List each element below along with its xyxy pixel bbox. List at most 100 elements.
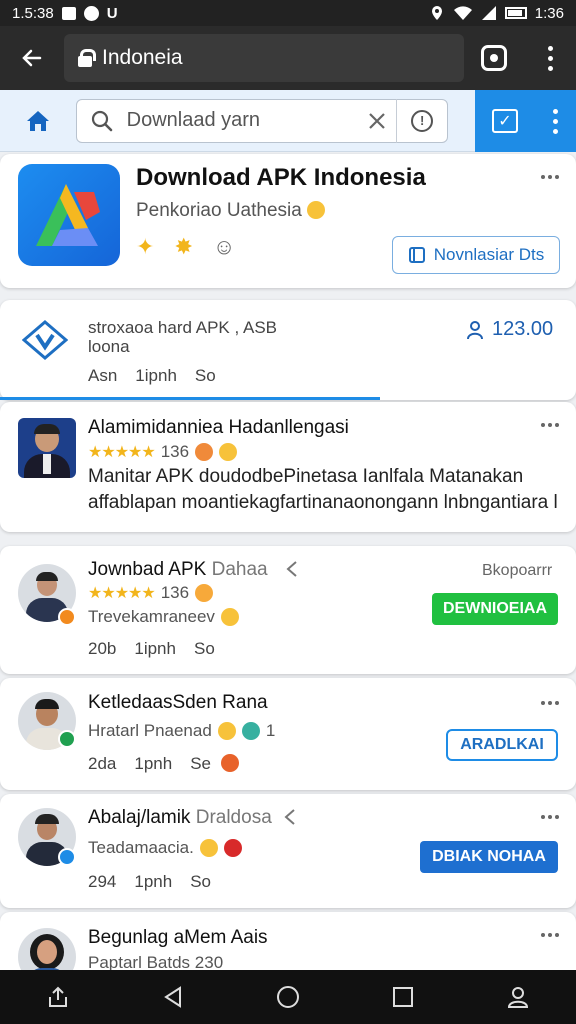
info-line-2: loona <box>88 337 130 356</box>
meta-size: 1pnh <box>134 872 173 891</box>
home-button[interactable] <box>0 90 76 152</box>
app-toolbar: ! ✓ <box>0 90 576 152</box>
list-item-title: Jownbad APK Dahaa <box>88 559 268 581</box>
info-line-1: stroxaoa hard APK , ASB <box>88 318 278 337</box>
featured-rating: ★★★★★ 136 <box>88 442 238 462</box>
list-item-sub-text: Hratarl Pnaenad <box>88 721 212 740</box>
nav-home-button[interactable] <box>258 970 318 1024</box>
alert-emoji-icon <box>223 839 242 857</box>
meta-age: Asn <box>88 366 118 385</box>
list-item-meta: 20b 1ipnh So <box>88 639 215 659</box>
clear-search-button[interactable] <box>357 112 397 130</box>
tabs-icon <box>481 45 507 71</box>
lock-icon <box>78 49 96 67</box>
list-more-button[interactable] <box>540 812 560 822</box>
location-icon <box>431 6 442 20</box>
rating-stars: ★★★★★ <box>88 585 156 602</box>
search-input[interactable] <box>126 109 357 132</box>
status-time: 1.5:38 <box>12 4 54 22</box>
action-button[interactable]: ARADLKAI <box>446 729 558 761</box>
progress-indicator <box>0 397 380 400</box>
battery-icon <box>504 7 527 19</box>
tabs-button[interactable] <box>464 26 524 90</box>
featured-desc-1: Manitar APK doudodbePinetasa Ianlfala Ma… <box>88 466 524 487</box>
search-icon <box>77 110 127 132</box>
nav-profile-button[interactable] <box>488 970 548 1024</box>
nav-back-button[interactable] <box>143 970 203 1024</box>
arrow-left-icon <box>22 49 42 67</box>
app-subtitle: Penkoriao Uathesia <box>136 200 326 222</box>
app-subtitle-text: Penkoriao Uathesia <box>136 200 302 221</box>
wifi-icon <box>453 6 472 20</box>
download-details-button[interactable]: Novnlasiar Dts <box>392 236 560 274</box>
square-recents-icon <box>393 987 414 1007</box>
status-time-right: 1:36 <box>534 4 564 22</box>
select-button[interactable]: ✓ <box>475 90 535 152</box>
nav-recents-button[interactable] <box>373 970 433 1024</box>
toolbar-menu-button[interactable] <box>535 108 575 134</box>
list-item-sub-number: 1 <box>265 721 276 740</box>
url-bar[interactable]: Indoneia <box>64 34 464 82</box>
meta-age: 294 <box>88 872 117 891</box>
browser-menu-button[interactable] <box>524 26 576 90</box>
info-card <box>0 300 576 400</box>
circle-home-icon <box>276 986 299 1008</box>
signal-icon <box>481 6 496 20</box>
info-meta: Asn 1ipnh So <box>88 366 216 386</box>
meta-extra: So <box>193 639 215 658</box>
shield-logo-icon <box>22 320 68 360</box>
usb-icon: U <box>106 4 118 22</box>
close-icon <box>368 112 385 129</box>
person-icon <box>467 320 483 339</box>
share-up-icon <box>48 986 67 1007</box>
list-item-title: KetledaasSden Rana <box>88 692 268 713</box>
share-icon[interactable] <box>286 561 298 577</box>
meta-size: 1ipnh <box>134 639 176 658</box>
verified-badge-icon <box>58 848 76 866</box>
list-item-name-secondary: Dahaa <box>211 559 268 580</box>
meta-extra: So <box>190 872 211 891</box>
url-text: Indoneia <box>102 46 183 69</box>
action-button[interactable]: DBIAK NOHAA <box>420 841 558 873</box>
more-options-button[interactable] <box>540 172 560 182</box>
list-more-button[interactable] <box>540 698 560 708</box>
list-item-name: Abalaj/lamik <box>88 807 191 828</box>
meta-extra: Se <box>190 754 211 773</box>
app-title: Download APK Indonesia <box>136 164 426 191</box>
surprise-emoji-icon <box>219 443 238 461</box>
home-icon <box>27 110 49 131</box>
meta-extra: So <box>194 366 216 385</box>
list-item-title: Abalaj/lamik Draldosa <box>88 807 272 829</box>
list-item-sub-text: Teadamaacia. <box>88 838 194 857</box>
meta-size: 1pnh <box>134 754 173 773</box>
list-item-sub: Paptarl Batds 230 <box>88 956 223 970</box>
list-item-meta: 294 1pnh So <box>88 872 211 892</box>
star-icon: ✦ <box>136 234 155 259</box>
checkbox-icon: ✓ <box>492 109 518 133</box>
profile-icon <box>508 987 529 1008</box>
smile-emoji-icon <box>307 201 326 219</box>
app-badges: ✦ ✸ ☺ <box>136 234 235 260</box>
toolbar-actions: ✓ <box>475 90 576 152</box>
system-nav-bar <box>0 970 576 1024</box>
list-more-button[interactable] <box>540 930 560 940</box>
featured-more-button[interactable] <box>540 420 560 430</box>
rating-count: 136 <box>160 442 190 461</box>
download-button[interactable]: DEWNIOEIAA <box>432 593 558 625</box>
list-item-title: Begunlag aMem Aais <box>88 927 268 948</box>
list-item-name: Jownbad APK <box>88 559 207 580</box>
list-item-sub-text: Paptarl Batds 230 <box>88 956 224 970</box>
back-button[interactable] <box>0 26 64 90</box>
browser-bar: Indoneia <box>0 26 576 90</box>
list-item-sub-text: Trevekamraneev <box>88 607 215 626</box>
share-icon[interactable] <box>284 809 296 825</box>
info-button[interactable]: ! <box>397 109 447 132</box>
cool-emoji-icon <box>241 722 260 740</box>
triangle-back-icon <box>163 986 181 1008</box>
badge-icon <box>58 608 76 626</box>
list-item-name-secondary: Draldosa <box>195 807 272 828</box>
document-icon <box>408 247 425 263</box>
nav-share-button[interactable] <box>28 970 88 1024</box>
app-notification-icon <box>83 5 99 21</box>
rating-stars: ★★★★★ <box>88 444 156 461</box>
